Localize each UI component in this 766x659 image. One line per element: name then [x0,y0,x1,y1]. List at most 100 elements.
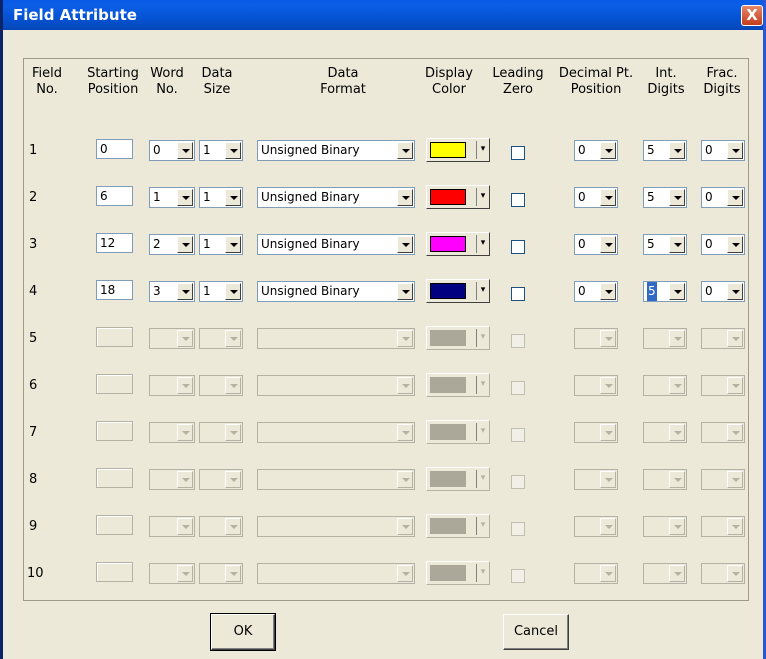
chevron-down-icon[interactable] [727,565,743,582]
chevron-down-icon[interactable] [397,236,413,253]
color-dropdown-icon[interactable]: ▾ [478,281,488,301]
starting-position-field[interactable] [96,515,133,535]
frac-digits-select[interactable] [701,422,745,443]
chevron-down-icon[interactable] [727,377,743,394]
word-no-select[interactable] [149,422,195,443]
data-format-select[interactable] [257,422,415,443]
data-format-select[interactable] [257,563,415,584]
chevron-down-icon[interactable] [727,330,743,347]
word-no-select[interactable] [149,516,195,537]
chevron-down-icon[interactable] [727,518,743,535]
decimal-pt-position-select[interactable]: 0 [574,187,618,208]
data-format-select[interactable] [257,328,415,349]
chevron-down-icon[interactable] [669,142,685,159]
chevron-down-icon[interactable] [225,518,241,535]
chevron-down-icon[interactable] [397,518,413,535]
data-size-select[interactable] [199,328,243,349]
chevron-down-icon[interactable] [727,142,743,159]
chevron-down-icon[interactable] [225,471,241,488]
color-dropdown-icon[interactable]: ▾ [478,516,488,536]
color-dropdown-icon[interactable]: ▾ [478,563,488,583]
int-digits-select[interactable] [643,563,687,584]
color-dropdown-icon[interactable]: ▾ [478,422,488,442]
int-digits-select[interactable] [643,469,687,490]
chevron-down-icon[interactable] [177,518,193,535]
chevron-down-icon[interactable] [177,189,193,206]
frac-digits-select[interactable] [701,563,745,584]
word-no-select[interactable]: 1 [149,187,195,208]
chevron-down-icon[interactable] [600,424,616,441]
chevron-down-icon[interactable] [225,330,241,347]
chevron-down-icon[interactable] [177,142,193,159]
chevron-down-icon[interactable] [727,471,743,488]
ok-button[interactable]: OK [210,613,276,651]
data-size-select[interactable] [199,516,243,537]
frac-digits-select[interactable]: 0 [701,140,745,161]
decimal-pt-position-select[interactable]: 0 [574,140,618,161]
data-size-select[interactable]: 1 [199,281,243,302]
leading-zero-checkbox[interactable] [511,428,525,442]
decimal-pt-position-select[interactable]: 0 [574,234,618,255]
frac-digits-select[interactable] [701,375,745,396]
color-dropdown-icon[interactable]: ▾ [478,187,488,207]
data-size-select[interactable]: 1 [199,234,243,255]
chevron-down-icon[interactable] [177,283,193,300]
decimal-pt-position-select[interactable] [574,563,618,584]
display-color-picker[interactable]: ▾ [426,279,490,303]
title-bar[interactable]: Field Attribute X [3,0,763,30]
data-format-select[interactable] [257,516,415,537]
chevron-down-icon[interactable] [727,236,743,253]
cancel-button[interactable]: Cancel [503,614,569,650]
decimal-pt-position-select[interactable] [574,516,618,537]
leading-zero-checkbox[interactable] [511,287,525,301]
starting-position-field[interactable] [96,562,133,582]
leading-zero-checkbox[interactable] [511,146,525,160]
chevron-down-icon[interactable] [600,565,616,582]
data-size-select[interactable]: 1 [199,187,243,208]
chevron-down-icon[interactable] [669,236,685,253]
chevron-down-icon[interactable] [669,377,685,394]
chevron-down-icon[interactable] [600,283,616,300]
chevron-down-icon[interactable] [177,236,193,253]
chevron-down-icon[interactable] [669,471,685,488]
data-format-select[interactable] [257,469,415,490]
chevron-down-icon[interactable] [397,189,413,206]
chevron-down-icon[interactable] [600,330,616,347]
starting-position-field[interactable] [96,421,133,441]
display-color-picker[interactable]: ▾ [426,373,490,397]
int-digits-select[interactable] [643,375,687,396]
leading-zero-checkbox[interactable] [511,475,525,489]
decimal-pt-position-select[interactable]: 0 [574,281,618,302]
chevron-down-icon[interactable] [727,189,743,206]
data-format-select[interactable]: Unsigned Binary [257,187,415,208]
word-no-select[interactable]: 2 [149,234,195,255]
int-digits-select[interactable] [643,328,687,349]
starting-position-field[interactable] [96,374,133,394]
chevron-down-icon[interactable] [225,377,241,394]
decimal-pt-position-select[interactable] [574,469,618,490]
display-color-picker[interactable]: ▾ [426,467,490,491]
decimal-pt-position-select[interactable] [574,328,618,349]
starting-position-field[interactable] [96,327,133,347]
chevron-down-icon[interactable] [177,424,193,441]
decimal-pt-position-select[interactable] [574,375,618,396]
color-dropdown-icon[interactable]: ▾ [478,328,488,348]
display-color-picker[interactable]: ▾ [426,232,490,256]
leading-zero-checkbox[interactable] [511,334,525,348]
chevron-down-icon[interactable] [669,189,685,206]
close-icon[interactable]: X [741,5,763,26]
chevron-down-icon[interactable] [397,565,413,582]
word-no-select[interactable] [149,375,195,396]
chevron-down-icon[interactable] [397,330,413,347]
display-color-picker[interactable]: ▾ [426,326,490,350]
chevron-down-icon[interactable] [727,283,743,300]
chevron-down-icon[interactable] [669,565,685,582]
int-digits-select[interactable]: 5 [643,187,687,208]
frac-digits-select[interactable]: 0 [701,281,745,302]
frac-digits-select[interactable] [701,469,745,490]
display-color-picker[interactable]: ▾ [426,420,490,444]
chevron-down-icon[interactable] [225,189,241,206]
word-no-select[interactable] [149,469,195,490]
data-size-select[interactable] [199,375,243,396]
chevron-down-icon[interactable] [225,424,241,441]
